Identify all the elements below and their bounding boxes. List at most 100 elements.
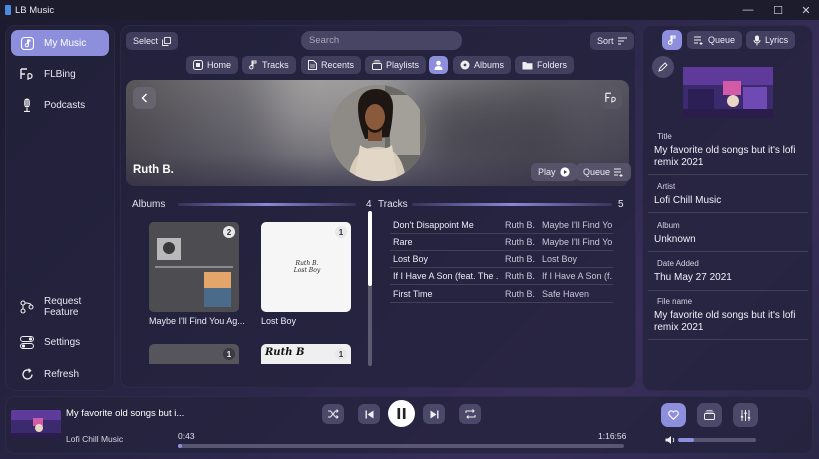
info-label-date-added: Date Added [657,259,699,268]
equalizer-button[interactable] [733,403,758,427]
now-playing-artist: Lofi Chill Music [66,434,124,444]
tab-home[interactable]: Home [186,56,239,74]
artist-name: Ruth B. [133,164,174,176]
sort-button[interactable]: Sort [590,32,634,50]
branch-icon [20,300,34,314]
shuffle-button[interactable] [322,404,344,424]
pencil-icon [658,62,668,72]
shuffle-icon [327,409,339,419]
track-artist: Ruth B. [505,289,535,299]
sidebar-item-request-feature[interactable]: Request Feature [11,293,109,321]
tab-albums[interactable]: Albums [453,56,512,74]
albums-count: 4 [366,199,372,210]
previous-button[interactable] [358,404,380,424]
tab-folders[interactable]: Folders [515,56,575,74]
select-label: Select [133,36,159,46]
track-title: First Time [393,289,433,299]
microphone-icon [20,98,34,112]
volume-slider[interactable] [678,438,756,442]
flbing-icon [605,92,616,103]
queue-tab[interactable]: Queue [687,31,743,49]
seek-bar[interactable] [178,444,624,448]
app-logo-icon [5,5,11,15]
album-card[interactable]: 1 [149,344,239,364]
info-value-album: Unknown [654,234,696,245]
info-value-file-name: My favorite old songs but it's lofi remi… [654,310,796,333]
sidebar-item-my-music[interactable]: My Music [11,30,109,56]
sort-icon [617,37,627,45]
now-playing-tab[interactable] [662,30,682,50]
queue-artist-button[interactable]: Queue [576,163,632,181]
album-card[interactable]: Ruth B 1 [261,344,351,364]
favorite-button[interactable] [661,403,686,427]
play-artist-button[interactable]: Play [531,163,577,181]
add-to-playlist-button[interactable] [697,403,722,427]
info-divider [648,339,808,340]
tab-playlists[interactable]: Playlists [365,56,427,74]
track-artist: Ruth B. [505,254,535,264]
repeat-button[interactable] [459,404,481,424]
track-title: Lost Boy [393,254,429,264]
track-title: Don't Disappoint Me [393,220,474,230]
queue-label: Queue [583,167,611,177]
playlist-icon [372,60,382,70]
albums-heading: Albums [132,199,166,210]
edit-button[interactable] [652,56,674,78]
track-row[interactable]: If I Have A Son (feat. The ... Ruth B. I… [390,268,613,285]
album-card[interactable]: 2 [149,222,239,312]
album-disc-icon [460,60,470,70]
close-button[interactable]: ✕ [791,0,819,20]
track-row[interactable]: Lost Boy Ruth B. Lost Boy [390,251,613,268]
window-title: LB Music [15,4,55,16]
track-row[interactable]: Rare Ruth B. Maybe I'll Find Yo... [390,234,613,251]
sidebar-item-label: Podcasts [44,99,86,111]
track-artist: Ruth B. [505,237,535,247]
minimize-button[interactable]: — [733,0,763,20]
tab-tracks[interactable]: Tracks [242,56,296,74]
volume-icon[interactable] [665,435,676,448]
sidebar-item-settings[interactable]: Settings [11,329,109,355]
track-artist: Ruth B. [505,220,535,230]
lyrics-tab[interactable]: Lyrics [746,31,796,49]
sidebar-item-label: Refresh [44,368,80,380]
albums-scrollbar-thumb[interactable] [368,211,372,286]
play-label: Play [538,167,556,177]
album-title: Lost Boy [261,316,297,326]
info-divider [648,212,808,213]
now-playing-artwork[interactable] [11,410,61,438]
sidebar-item-podcasts[interactable]: Podcasts [11,92,109,118]
album-cover-text: Ruth B. Lost Boy [293,260,321,274]
now-playing-title: My favorite old songs but i... [66,408,185,419]
next-button[interactable] [423,404,445,424]
sidebar-item-flbing[interactable]: FLBing [11,61,109,87]
tab-label: Home [207,60,232,70]
toggle-icon [20,335,34,349]
pause-icon [397,408,406,419]
lyrics-tab-label: Lyrics [765,35,789,45]
info-divider [648,174,808,175]
flbing-artist-button[interactable] [600,87,622,109]
album-track-count-badge: 1 [335,226,347,238]
tab-recents[interactable]: Recents [301,56,362,74]
playlist-icon [704,410,715,420]
play-pause-button[interactable] [388,400,415,427]
album-title: Maybe I'll Find You Ag... [149,316,244,326]
repeat-icon [465,409,475,419]
skip-forward-icon [430,410,438,418]
search-input[interactable] [301,31,462,50]
tracks-count: 5 [618,199,624,210]
info-value-artist: Lofi Chill Music [654,195,722,206]
tab-artists[interactable] [429,56,448,74]
albums-divider [178,203,356,206]
sidebar-item-refresh[interactable]: Refresh [11,361,109,387]
home-icon [193,60,203,70]
back-button[interactable] [133,87,156,109]
maximize-button[interactable]: ☐ [763,0,793,20]
elapsed-time: 0:43 [178,431,195,441]
track-title: If I Have A Son (feat. The ... [393,271,499,281]
album-track-count-badge: 1 [223,348,235,360]
track-row[interactable]: First Time Ruth B. Safe Haven [390,286,613,303]
select-button[interactable]: Select [126,32,179,50]
album-card[interactable]: Ruth B. Lost Boy 1 [261,222,351,312]
track-row[interactable]: Don't Disappoint Me Ruth B. Maybe I'll F… [390,217,613,234]
